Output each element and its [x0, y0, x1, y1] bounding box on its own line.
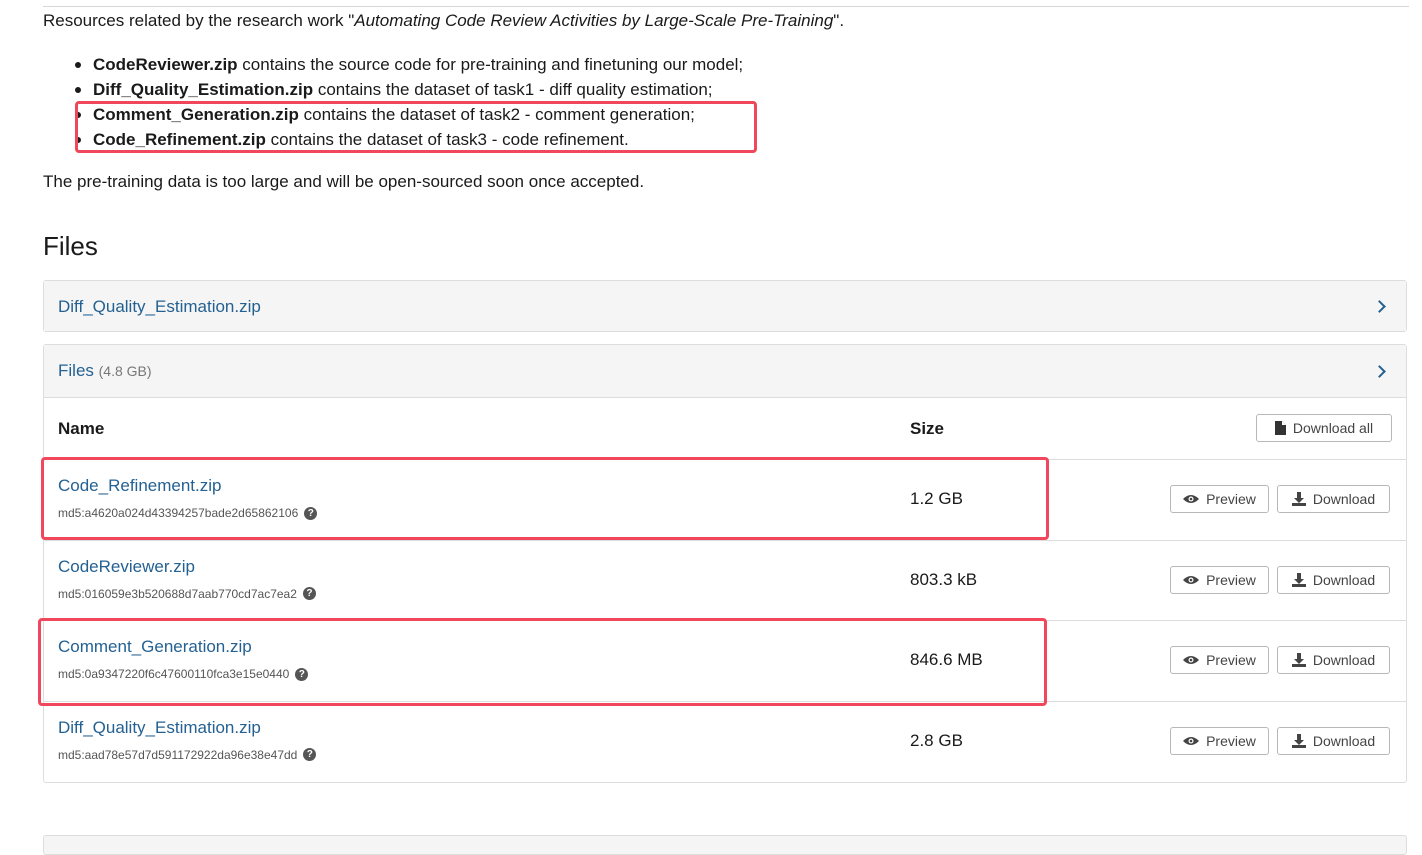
file-size: 2.8 GB: [910, 730, 963, 750]
md5-checksum: md5:a4620a024d43394257bade2d65862106?: [58, 506, 318, 520]
eye-icon: [1183, 575, 1200, 584]
file-link-comment-generation[interactable]: Comment_Generation.zip: [58, 637, 252, 657]
file-link-diff-quality-estimation[interactable]: Diff_Quality_Estimation.zip: [58, 718, 261, 738]
eye-icon: [1183, 656, 1200, 664]
download-all-label: Download all: [1292, 420, 1374, 436]
list-item: Diff_Quality_Estimation.zip contains the…: [72, 77, 743, 102]
file-icon: [1274, 421, 1286, 435]
list-item-file: Diff_Quality_Estimation.zip: [93, 80, 314, 99]
table-row: CodeReviewer.zip md5:016059e3b520688d7aa…: [44, 541, 1406, 621]
preview-button[interactable]: Preview: [1170, 726, 1269, 755]
preview-label: Preview: [1206, 732, 1256, 749]
top-divider: [43, 6, 1409, 7]
file-size: 803.3 kB: [910, 569, 978, 589]
file-size: 846.6 MB: [910, 650, 983, 669]
list-item-text: contains the dataset of task3 - code ref…: [265, 130, 629, 149]
download-button[interactable]: Download: [1277, 646, 1390, 674]
resource-list: CodeReviewer.zip contains the source cod…: [72, 52, 743, 152]
md5-value: md5:0a9347220f6c47600110fca3e15e0440: [58, 667, 290, 681]
table-header: Name Size Download all: [44, 397, 1406, 460]
list-item: Comment_Generation.zip contains the data…: [72, 102, 743, 127]
download-label: Download: [1312, 652, 1376, 668]
collapsed-panel-header[interactable]: Diff_Quality_Estimation.zip: [44, 281, 1406, 331]
question-circle-icon[interactable]: ?: [303, 748, 317, 761]
files-panel: Files (4.8 GB) Name Size Download all Co…: [43, 344, 1407, 783]
file-link-code-refinement[interactable]: Code_Refinement.zip: [58, 476, 221, 496]
download-label: Download: [1312, 571, 1376, 588]
download-button[interactable]: Download: [1277, 565, 1390, 594]
download-label: Download: [1312, 732, 1376, 749]
preview-label: Preview: [1206, 652, 1256, 668]
list-item-text: contains the dataset of task1 - diff qua…: [313, 80, 713, 99]
eye-icon: [1183, 495, 1200, 503]
download-button[interactable]: Download: [1277, 726, 1390, 755]
collapsed-file-panel[interactable]: Diff_Quality_Estimation.zip: [43, 280, 1407, 332]
preview-button[interactable]: Preview: [1170, 565, 1269, 594]
preview-label: Preview: [1206, 491, 1256, 507]
chevron-right-icon[interactable]: [1373, 365, 1386, 378]
md5-value: md5:a4620a024d43394257bade2d65862106: [58, 506, 299, 520]
download-icon: [1291, 492, 1306, 506]
md5-checksum: md5:016059e3b520688d7aab770cd7ac7ea2?: [58, 587, 316, 601]
md5-value: md5:016059e3b520688d7aab770cd7ac7ea2: [58, 586, 297, 601]
intro-paper-title: Automating Code Review Activities by Lar…: [354, 11, 834, 30]
next-panel: [43, 835, 1407, 855]
list-item: Code_Refinement.zip contains the dataset…: [72, 127, 743, 152]
download-icon: [1291, 733, 1306, 748]
preview-button[interactable]: Preview: [1170, 646, 1269, 674]
preview-label: Preview: [1206, 571, 1256, 588]
list-item-text: contains the source code for pre-trainin…: [237, 55, 744, 74]
md5-checksum: md5:aad78e57d7d591172922da96e38e47dd?: [58, 747, 317, 762]
download-icon: [1291, 572, 1306, 587]
table-row: Code_Refinement.zip md5:a4620a024d433942…: [44, 460, 1406, 541]
table-row: Comment_Generation.zip md5:0a9347220f6c4…: [44, 621, 1406, 702]
list-item-file: CodeReviewer.zip: [93, 55, 238, 74]
list-item-text: contains the dataset of task2 - comment …: [298, 105, 695, 124]
intro-text: Resources related by the research work "…: [43, 10, 844, 32]
chevron-right-icon[interactable]: [1373, 300, 1386, 313]
file-size: 1.2 GB: [910, 489, 963, 508]
preview-button[interactable]: Preview: [1170, 485, 1269, 513]
list-item: CodeReviewer.zip contains the source cod…: [72, 52, 743, 77]
intro-prefix: Resources related by the research work ": [43, 11, 355, 30]
question-circle-icon[interactable]: ?: [302, 587, 316, 600]
file-link-codereviewer[interactable]: CodeReviewer.zip: [58, 557, 195, 577]
download-label: Download: [1312, 491, 1376, 507]
md5-value: md5:aad78e57d7d591172922da96e38e47dd: [58, 747, 298, 762]
list-item-file: Comment_Generation.zip: [93, 105, 299, 124]
intro-suffix: ".: [833, 11, 845, 30]
question-circle-icon[interactable]: ?: [304, 506, 318, 520]
column-size-header: Size: [910, 419, 945, 438]
table-row: Diff_Quality_Estimation.zip md5:aad78e57…: [44, 702, 1406, 783]
files-heading: Files: [43, 231, 98, 261]
download-icon: [1291, 653, 1306, 667]
collapsed-panel-link[interactable]: Diff_Quality_Estimation.zip: [58, 297, 261, 317]
download-all-button[interactable]: Download all: [1256, 414, 1392, 442]
pretraining-note: The pre-training data is too large and w…: [43, 172, 645, 191]
list-item-file: Code_Refinement.zip: [93, 130, 266, 149]
md5-checksum: md5:0a9347220f6c47600110fca3e15e0440?: [58, 667, 309, 681]
files-panel-header[interactable]: Files (4.8 GB): [44, 345, 1406, 397]
column-name-header: Name: [58, 419, 105, 438]
download-button[interactable]: Download: [1277, 485, 1390, 513]
files-panel-label[interactable]: Files: [58, 361, 94, 380]
files-panel-link[interactable]: Files (4.8 GB): [58, 361, 152, 381]
eye-icon: [1183, 736, 1200, 745]
files-panel-total-size: (4.8 GB): [98, 363, 152, 379]
question-circle-icon[interactable]: ?: [295, 667, 309, 681]
